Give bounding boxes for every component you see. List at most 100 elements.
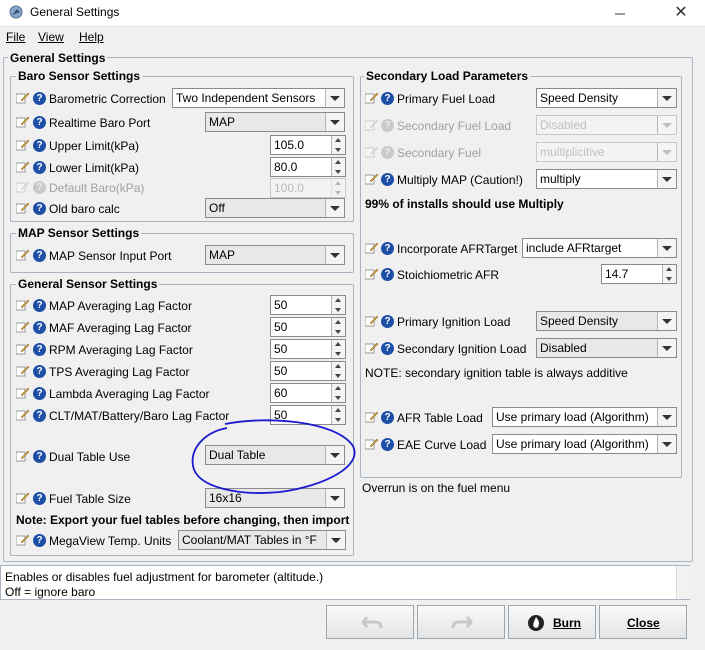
secondary-ignition-load-select[interactable]: Disabled: [536, 338, 677, 358]
close-button[interactable]: Close: [599, 605, 687, 639]
spinner-arrows-icon[interactable]: [331, 362, 345, 380]
multiply-map-select[interactable]: multiply: [536, 169, 677, 189]
megaview-temp-units-select[interactable]: Coolant/MAT Tables in °F: [178, 530, 346, 550]
chevron-down-icon[interactable]: [657, 408, 676, 426]
help-icon[interactable]: ?: [381, 411, 394, 424]
edit-pen-icon[interactable]: [16, 409, 30, 421]
realtime-baro-port-select[interactable]: MAP: [205, 112, 345, 132]
primary-fuel-load-select[interactable]: Speed Density: [536, 88, 677, 108]
edit-pen-icon[interactable]: [16, 92, 30, 104]
edit-pen-icon[interactable]: [16, 321, 30, 333]
help-icon[interactable]: ?: [33, 202, 46, 215]
edit-pen-icon[interactable]: [365, 438, 379, 450]
help-icon[interactable]: ?: [33, 139, 46, 152]
help-icon[interactable]: ?: [33, 343, 46, 356]
spinner-arrows-icon[interactable]: [331, 384, 345, 402]
help-icon[interactable]: ?: [33, 365, 46, 378]
map-group-title: MAP Sensor Settings: [16, 226, 142, 240]
rpm-averaging-spinner[interactable]: 50: [270, 339, 346, 359]
help-icon[interactable]: ?: [381, 342, 394, 355]
incorporate-afrtarget-select[interactable]: include AFRtarget: [522, 238, 677, 258]
old-baro-calc-select[interactable]: Off: [205, 198, 345, 218]
edit-pen-icon[interactable]: [365, 342, 379, 354]
edit-pen-icon[interactable]: [365, 92, 379, 104]
chevron-down-icon[interactable]: [657, 435, 676, 453]
close-window-button[interactable]: ✕: [668, 2, 694, 22]
menu-file[interactable]: File: [6, 30, 25, 44]
help-icon[interactable]: ?: [33, 116, 46, 129]
edit-pen-icon[interactable]: [16, 116, 30, 128]
default-baro-spinner: 100.0: [270, 178, 346, 198]
tps-averaging-spinner[interactable]: 50: [270, 361, 346, 381]
chevron-down-icon[interactable]: [657, 170, 676, 188]
edit-pen-icon[interactable]: [16, 534, 30, 546]
help-icon[interactable]: ?: [381, 438, 394, 451]
edit-pen-icon[interactable]: [16, 202, 30, 214]
help-icon[interactable]: ?: [33, 450, 46, 463]
edit-pen-icon[interactable]: [365, 411, 379, 423]
select-value: multiply: [540, 172, 581, 186]
burn-button[interactable]: Burn: [508, 605, 596, 639]
edit-pen-icon[interactable]: [16, 450, 30, 462]
help-icon[interactable]: ?: [33, 409, 46, 422]
edit-pen-icon[interactable]: [365, 315, 379, 327]
lower-limit-spinner[interactable]: 80.0: [270, 157, 346, 177]
map-averaging-spinner[interactable]: 50: [270, 295, 346, 315]
edit-pen-icon[interactable]: [16, 387, 30, 399]
edit-pen-icon[interactable]: [16, 492, 30, 504]
spinner-arrows-icon[interactable]: [331, 158, 345, 176]
redo-button[interactable]: [417, 605, 505, 639]
help-icon[interactable]: ?: [381, 92, 394, 105]
chevron-down-icon[interactable]: [325, 199, 344, 217]
help-icon[interactable]: ?: [33, 387, 46, 400]
chevron-down-icon[interactable]: [325, 113, 344, 131]
help-icon[interactable]: ?: [33, 92, 46, 105]
maf-averaging-spinner[interactable]: 50: [270, 317, 346, 337]
help-icon[interactable]: ?: [33, 534, 46, 547]
stoichiometric-afr-spinner[interactable]: 14.7: [601, 264, 677, 284]
edit-pen-icon[interactable]: [16, 161, 30, 173]
menu-help[interactable]: Help: [79, 30, 104, 44]
barometric-correction-select[interactable]: Two Independent Sensors: [172, 88, 345, 108]
help-icon[interactable]: ?: [33, 299, 46, 312]
help-icon[interactable]: ?: [33, 321, 46, 334]
edit-pen-icon[interactable]: [16, 365, 30, 377]
menu-view[interactable]: View: [38, 30, 64, 44]
app-icon: [9, 5, 23, 19]
help-icon[interactable]: ?: [33, 492, 46, 505]
help-icon[interactable]: ?: [381, 173, 394, 186]
minimize-icon[interactable]: [610, 4, 630, 22]
lambda-averaging-spinner[interactable]: 60: [270, 383, 346, 403]
upper-limit-spinner[interactable]: 105.0: [270, 135, 346, 155]
spinner-arrows-icon[interactable]: [662, 265, 676, 283]
help-icon[interactable]: ?: [381, 242, 394, 255]
spinner-arrows-icon[interactable]: [331, 136, 345, 154]
edit-pen-icon[interactable]: [16, 299, 30, 311]
help-icon[interactable]: ?: [33, 249, 46, 262]
chevron-down-icon[interactable]: [657, 239, 676, 257]
spinner-arrows-icon[interactable]: [331, 318, 345, 336]
edit-pen-icon[interactable]: [16, 343, 30, 355]
edit-pen-icon[interactable]: [365, 242, 379, 254]
chevron-down-icon[interactable]: [657, 312, 676, 330]
chevron-down-icon[interactable]: [326, 531, 345, 549]
edit-pen-icon[interactable]: [365, 268, 379, 280]
edit-pen-icon[interactable]: [16, 249, 30, 261]
map-sensor-input-select[interactable]: MAP: [205, 245, 345, 265]
afr-table-load-select[interactable]: Use primary load (Algorithm): [492, 407, 677, 427]
help-icon[interactable]: ?: [381, 315, 394, 328]
spinner-arrows-icon[interactable]: [331, 296, 345, 314]
chevron-down-icon[interactable]: [325, 246, 344, 264]
chevron-down-icon[interactable]: [657, 339, 676, 357]
undo-button[interactable]: [326, 605, 414, 639]
spinner-arrows-icon[interactable]: [331, 340, 345, 358]
chevron-down-icon[interactable]: [325, 89, 344, 107]
edit-pen-icon[interactable]: [365, 173, 379, 185]
primary-ignition-load-select[interactable]: Speed Density: [536, 311, 677, 331]
help-icon[interactable]: ?: [381, 268, 394, 281]
chevron-down-icon[interactable]: [657, 89, 676, 107]
eae-curve-load-select[interactable]: Use primary load (Algorithm): [492, 434, 677, 454]
edit-pen-icon[interactable]: [16, 139, 30, 151]
help-icon[interactable]: ?: [33, 161, 46, 174]
status-scrollbar[interactable]: [676, 566, 691, 599]
